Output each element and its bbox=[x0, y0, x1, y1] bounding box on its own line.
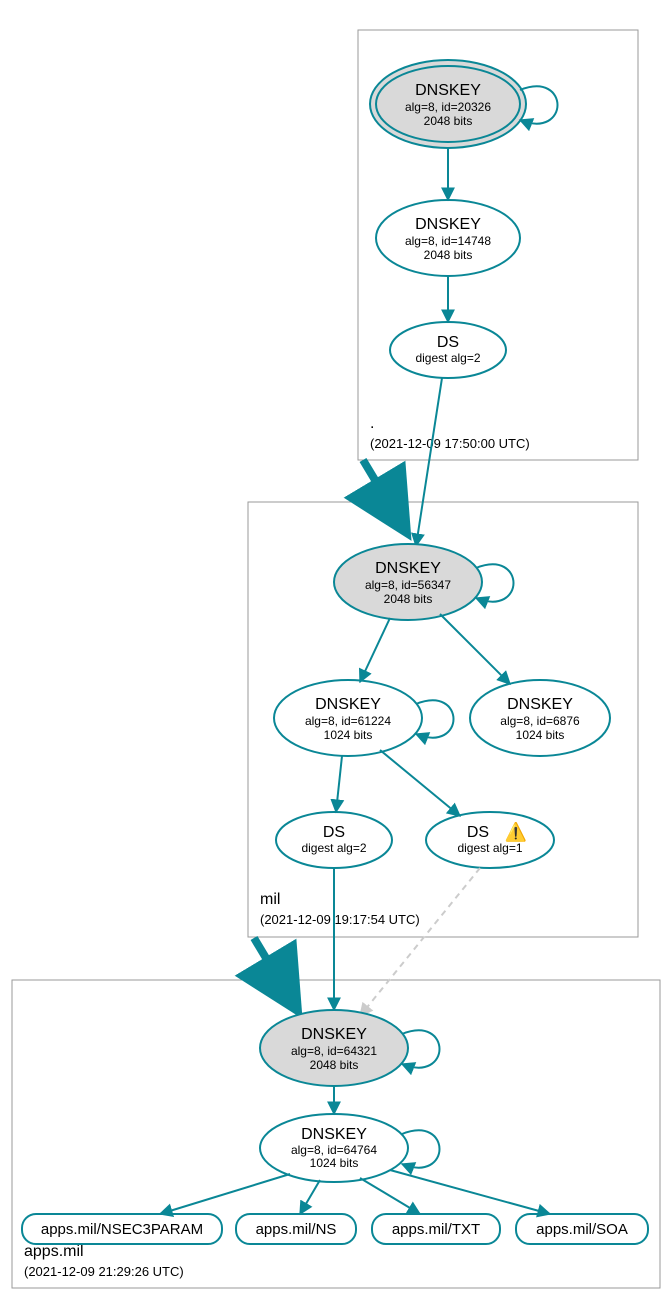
zone-root: . (2021-12-09 17:50:00 UTC) DNSKEY alg=8… bbox=[358, 30, 638, 460]
root-zsk-title: DNSKEY bbox=[415, 216, 481, 233]
node-mil-ksk: DNSKEY alg=8, id=56347 2048 bits bbox=[334, 544, 482, 620]
mil-ksk-meta: alg=8, id=56347 bbox=[365, 578, 451, 592]
dnssec-graph: . (2021-12-09 17:50:00 UTC) DNSKEY alg=8… bbox=[0, 0, 671, 1299]
apps-zsk-meta: alg=8, id=64764 bbox=[291, 1143, 377, 1157]
apps-ksk-meta: alg=8, id=64321 bbox=[291, 1044, 377, 1058]
apps-ksk-title: DNSKEY bbox=[301, 1026, 367, 1043]
node-root-zsk: DNSKEY alg=8, id=14748 2048 bits bbox=[376, 200, 520, 276]
apps-zsk-bits: 1024 bits bbox=[310, 1156, 359, 1170]
node-apps-ksk: DNSKEY alg=8, id=64321 2048 bits bbox=[260, 1010, 408, 1086]
root-zsk-meta: alg=8, id=14748 bbox=[405, 234, 491, 248]
edge-apps-zsk-ns bbox=[300, 1180, 320, 1214]
zone-mil: mil (2021-12-09 19:17:54 UTC) DNSKEY alg… bbox=[248, 378, 638, 937]
root-zsk-bits: 2048 bits bbox=[424, 248, 473, 262]
zone-apps: apps.mil (2021-12-09 21:29:26 UTC) DNSKE… bbox=[12, 868, 660, 1288]
root-ksk-title: DNSKEY bbox=[415, 82, 481, 99]
zone-root-label: . bbox=[370, 415, 374, 432]
edge-apps-zsk-soa bbox=[390, 1170, 550, 1214]
node-mil-zsk: DNSKEY alg=8, id=61224 1024 bits bbox=[274, 680, 422, 756]
mil-zsk2-meta: alg=8, id=6876 bbox=[500, 714, 580, 728]
node-mil-zsk2: DNSKEY alg=8, id=6876 1024 bits bbox=[470, 680, 610, 756]
node-apps-zsk: DNSKEY alg=8, id=64764 1024 bits bbox=[260, 1114, 408, 1182]
edge-apps-zsk-txt bbox=[360, 1178, 420, 1214]
node-apps-nsec3param: apps.mil/NSEC3PARAM bbox=[22, 1214, 222, 1244]
node-root-ksk: DNSKEY alg=8, id=20326 2048 bits bbox=[370, 60, 526, 148]
apps-ksk-bits: 2048 bits bbox=[310, 1058, 359, 1072]
mil-ksk-title: DNSKEY bbox=[375, 560, 441, 577]
apps-txt-label: apps.mil/TXT bbox=[392, 1221, 480, 1238]
apps-zsk-title: DNSKEY bbox=[301, 1126, 367, 1143]
mil-ds1-title: DS bbox=[323, 824, 345, 841]
apps-nsec3param-label: apps.mil/NSEC3PARAM bbox=[41, 1221, 203, 1238]
warning-icon: ⚠️ bbox=[505, 821, 527, 842]
mil-ds2-title: DS bbox=[467, 824, 489, 841]
zone-mil-timestamp: (2021-12-09 19:17:54 UTC) bbox=[260, 912, 420, 927]
apps-ns-label: apps.mil/NS bbox=[256, 1221, 337, 1238]
mil-ksk-bits: 2048 bits bbox=[384, 592, 433, 606]
root-ds-title: DS bbox=[437, 334, 459, 351]
zone-apps-label: apps.mil bbox=[24, 1243, 84, 1260]
node-mil-ds2: DS ⚠️ digest alg=1 bbox=[426, 812, 554, 868]
root-ds-digest: digest alg=2 bbox=[415, 351, 480, 365]
mil-ds2-digest: digest alg=1 bbox=[457, 841, 522, 855]
mil-zsk-title: DNSKEY bbox=[315, 696, 381, 713]
mil-zsk2-title: DNSKEY bbox=[507, 696, 573, 713]
node-apps-soa: apps.mil/SOA bbox=[516, 1214, 648, 1244]
zone-mil-label: mil bbox=[260, 891, 280, 908]
edge-mil-ds2-apps-ksk bbox=[360, 868, 480, 1016]
root-ksk-bits: 2048 bits bbox=[424, 114, 473, 128]
root-ksk-meta: alg=8, id=20326 bbox=[405, 100, 491, 114]
zone-apps-timestamp: (2021-12-09 21:29:26 UTC) bbox=[24, 1264, 184, 1279]
mil-zsk-bits: 1024 bits bbox=[324, 728, 373, 742]
mil-zsk2-bits: 1024 bits bbox=[516, 728, 565, 742]
edge-apps-zsk-nsec3param bbox=[160, 1174, 290, 1214]
node-apps-txt: apps.mil/TXT bbox=[372, 1214, 500, 1244]
node-root-ds: DS digest alg=2 bbox=[390, 322, 506, 378]
mil-ds1-digest: digest alg=2 bbox=[301, 841, 366, 855]
edge-mil-zsk-ds1 bbox=[336, 756, 342, 812]
edge-mil-ksk-zsk2 bbox=[440, 614, 510, 684]
edge-mil-ksk-zsk bbox=[360, 618, 390, 682]
edge-mil-zsk-ds2 bbox=[380, 750, 460, 816]
edge-root-ds-mil-ksk bbox=[416, 378, 442, 546]
mil-zsk-meta: alg=8, id=61224 bbox=[305, 714, 391, 728]
zone-root-timestamp: (2021-12-09 17:50:00 UTC) bbox=[370, 436, 530, 451]
node-mil-ds1: DS digest alg=2 bbox=[276, 812, 392, 868]
apps-soa-label: apps.mil/SOA bbox=[536, 1221, 628, 1238]
node-apps-ns: apps.mil/NS bbox=[236, 1214, 356, 1244]
